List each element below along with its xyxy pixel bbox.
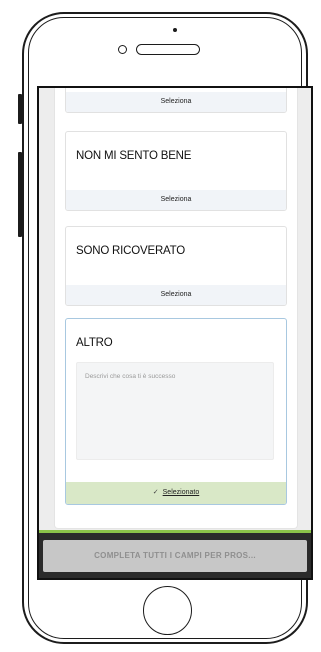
check-icon: ✓ [152, 489, 159, 496]
option-card-non-mi-sento-bene[interactable]: NON MI SENTO BENE Seleziona [65, 131, 287, 211]
volume-down-button [18, 209, 22, 237]
bottom-action-bar: COMPLETA TUTTI I CAMPI PER PROS... [39, 533, 311, 578]
app-screen: Seleziona NON MI SENTO BENE Seleziona SO… [37, 86, 313, 580]
proximity-sensor-icon [173, 28, 177, 32]
option-title: ALTRO [76, 337, 113, 349]
options-scroll-area[interactable]: Seleziona NON MI SENTO BENE Seleziona SO… [54, 88, 298, 529]
mute-switch [18, 94, 22, 124]
option-selected-indicator[interactable]: ✓ Selezionato [66, 482, 286, 504]
speaker-grille-icon [136, 44, 200, 55]
option-select-button[interactable]: Seleziona [66, 190, 286, 210]
option-selected-label: Selezionato [162, 489, 200, 496]
option-select-button[interactable]: Seleziona [66, 92, 286, 112]
front-camera-icon [118, 45, 127, 54]
option-card-sono-ricoverato[interactable]: SONO RICOVERATO Seleziona [65, 226, 287, 306]
option-card-previous[interactable]: Seleziona [65, 88, 287, 113]
home-button[interactable] [143, 586, 192, 635]
option-title: NON MI SENTO BENE [76, 150, 192, 162]
complete-fields-button[interactable]: COMPLETA TUTTI I CAMPI PER PROS... [43, 540, 307, 572]
option-title: SONO RICOVERATO [76, 245, 186, 257]
option-card-altro[interactable]: ALTRO ✓Selezionato [65, 318, 287, 505]
description-textarea[interactable] [76, 362, 274, 460]
option-select-button[interactable]: Seleziona [66, 285, 286, 305]
